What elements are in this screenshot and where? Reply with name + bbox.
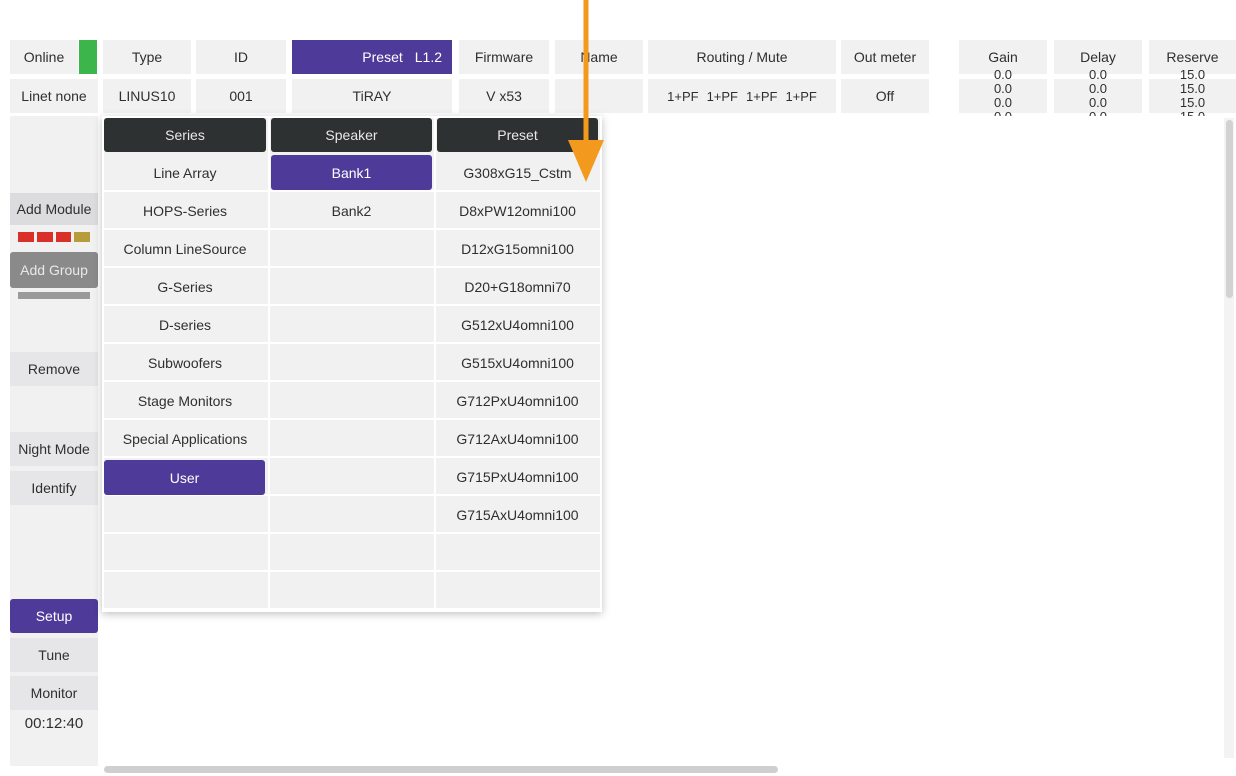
routing-mute-header[interactable]: Routing / Mute — [648, 40, 836, 74]
gain-value: 0.0 — [993, 67, 1013, 82]
series-item-hops-series[interactable]: HOPS-Series — [104, 194, 266, 228]
preset-item[interactable]: D8xPW12omni100 — [437, 194, 598, 228]
night-mode-button[interactable]: Night Mode — [10, 432, 98, 466]
preset-item[interactable]: G515xU4omni100 — [437, 346, 598, 380]
preset-item[interactable]: G715PxU4omni100 — [437, 460, 598, 494]
session-timer: 00:12:40 — [24, 714, 84, 732]
online-indicator — [79, 40, 97, 74]
routing-value-1[interactable]: 1+PF — [667, 89, 698, 104]
out-meter-value[interactable]: Off — [841, 79, 929, 113]
series-item-stage-monitors[interactable]: Stage Monitors — [104, 384, 266, 418]
annotation-arrow-icon — [568, 0, 604, 182]
preset-item[interactable]: D12xG15omni100 — [437, 232, 598, 266]
delay-value: 0.0 — [1088, 95, 1108, 110]
monitor-tab[interactable]: Monitor — [10, 676, 98, 710]
firmware-value[interactable]: V x53 — [459, 79, 549, 113]
add-group-button[interactable]: Add Group — [10, 252, 98, 288]
remove-button[interactable]: Remove — [10, 352, 98, 386]
series-column-header: Series — [104, 118, 266, 152]
series-item-g-series[interactable]: G-Series — [104, 270, 266, 304]
column-separator — [268, 118, 270, 610]
id-header[interactable]: ID — [196, 40, 286, 74]
delay-values[interactable]: 0.00.0 0.00.0 — [1054, 68, 1142, 124]
reserve-values[interactable]: 15.015.0 15.015.0 — [1149, 68, 1236, 124]
preset-item[interactable]: G512xU4omni100 — [437, 308, 598, 342]
identify-button[interactable]: Identify — [10, 471, 98, 505]
preset-item[interactable]: G715AxU4omni100 — [437, 498, 598, 532]
module-thumbnail-icon — [18, 232, 90, 242]
speaker-column-header: Speaker — [271, 118, 432, 152]
add-module-button[interactable]: Add Module — [10, 193, 98, 225]
series-item-column-linesource[interactable]: Column LineSource — [104, 232, 266, 266]
reserve-value: 15.0 — [1179, 81, 1206, 96]
routing-value-2[interactable]: 1+PF — [707, 89, 738, 104]
online-label: Online — [10, 40, 78, 74]
series-item-subwoofers[interactable]: Subwoofers — [104, 346, 266, 380]
out-meter-header[interactable]: Out meter — [841, 40, 929, 74]
routing-value-3[interactable]: 1+PF — [746, 89, 777, 104]
delay-value: 0.0 — [1088, 67, 1108, 82]
routing-value-4[interactable]: 1+PF — [785, 89, 816, 104]
preset-item[interactable]: G712AxU4omni100 — [437, 422, 598, 456]
preset-version: L1.2 — [414, 49, 442, 65]
routing-values[interactable]: 1+PF 1+PF 1+PF 1+PF — [648, 79, 836, 113]
gain-value: 0.0 — [993, 81, 1013, 96]
vertical-scrollbar-thumb[interactable] — [1226, 120, 1233, 298]
tune-tab[interactable]: Tune — [10, 638, 98, 672]
preset-header-label: Preset — [362, 49, 403, 65]
horizontal-scrollbar-thumb[interactable] — [104, 766, 778, 773]
gain-values[interactable]: 0.00.0 0.00.0 — [959, 68, 1047, 124]
reserve-value: 15.0 — [1179, 67, 1206, 82]
series-item-user[interactable]: User — [104, 460, 265, 495]
delay-value: 0.0 — [1088, 81, 1108, 96]
setup-tab[interactable]: Setup — [10, 599, 98, 633]
column-separator — [434, 118, 436, 610]
speaker-item-bank1[interactable]: Bank1 — [271, 155, 432, 190]
preset-item[interactable]: D20+G18omni70 — [437, 270, 598, 304]
preset-header-button[interactable]: Preset L1.2 — [292, 40, 452, 74]
preset-value[interactable]: TiRAY — [292, 79, 452, 113]
type-header[interactable]: Type — [103, 40, 191, 74]
speaker-item-bank2[interactable]: Bank2 — [271, 194, 432, 228]
gain-value: 0.0 — [993, 95, 1013, 110]
id-value[interactable]: 001 — [196, 79, 286, 113]
series-item-line-array[interactable]: Line Array — [104, 156, 266, 190]
firmware-header[interactable]: Firmware — [459, 40, 549, 74]
reserve-value: 15.0 — [1179, 95, 1206, 110]
series-item-d-series[interactable]: D-series — [104, 308, 266, 342]
status-value: Linet none — [10, 79, 98, 113]
preset-item[interactable]: G712PxU4omni100 — [437, 384, 598, 418]
type-value[interactable]: LINUS10 — [103, 79, 191, 113]
series-item-special-applications[interactable]: Special Applications — [104, 422, 266, 456]
group-thumbnail-icon — [18, 292, 90, 299]
